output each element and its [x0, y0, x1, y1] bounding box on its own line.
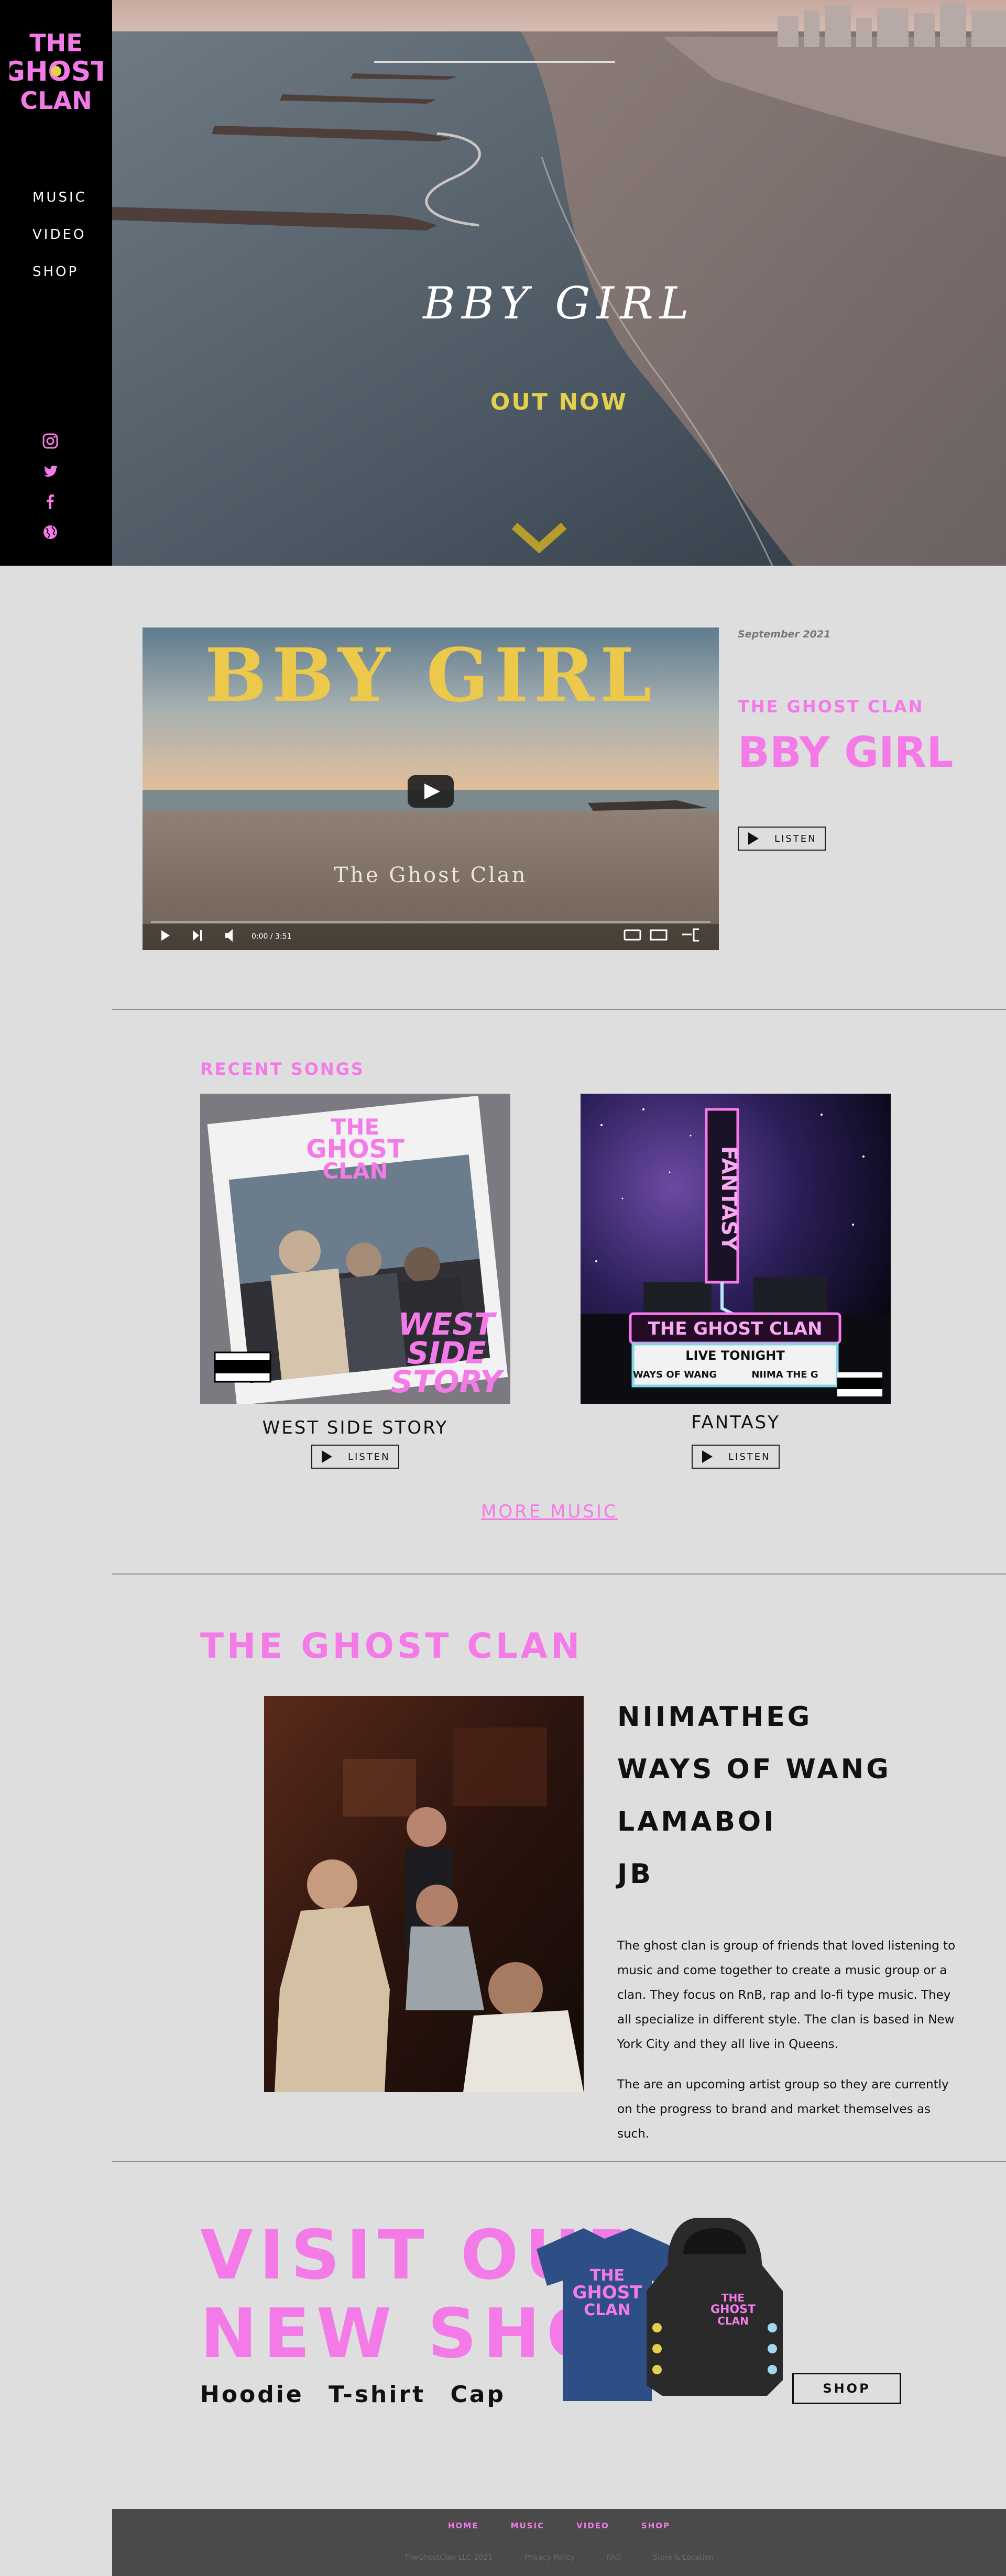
footer-nav-shop[interactable]: SHOP [641, 2521, 670, 2530]
scroll-down-chevron-icon[interactable] [510, 522, 568, 553]
about-paragraph: The are an upcoming artist group so they… [617, 2078, 949, 2141]
copyright-text: TheGhostClan LLC 2021 [404, 2553, 493, 2562]
group-title: THE GHOST CLAN [200, 1626, 583, 1666]
member-name: JB [617, 1858, 653, 1890]
hero-banner: BBY GIRL OUT NOW [112, 0, 1006, 566]
release-date: September 2021 [738, 629, 831, 640]
featured-listen-button[interactable]: LISTEN [738, 827, 826, 851]
shop-button[interactable]: SHOP [792, 2373, 901, 2404]
group-about: The ghost clan is group of friends that … [617, 1934, 963, 2162]
svg-text:GHOST: GHOST [573, 2282, 643, 2303]
play-icon [702, 1450, 713, 1463]
section-divider [112, 1573, 1006, 1575]
footer-nav-music[interactable]: MUSIC [511, 2521, 545, 2530]
svg-text:THE: THE [29, 29, 82, 57]
member-name: LAMABOI [617, 1806, 777, 1837]
footer: HOME MUSIC VIDEO SHOP TheGhostClan LLC 2… [112, 2509, 1006, 2576]
svg-text:BBY GIRL: BBY GIRL [205, 633, 657, 719]
svg-text:LIVE TONIGHT: LIVE TONIGHT [685, 1348, 785, 1363]
play-icon [322, 1450, 332, 1463]
play-icon [748, 832, 759, 845]
svg-text:CLAN: CLAN [717, 2315, 749, 2327]
listen-west-side-story-button[interactable]: LISTEN [311, 1445, 399, 1469]
song-title-fantasy: FANTASY [691, 1412, 780, 1433]
merch-image[interactable]: THE GHOST CLAN THE GHOST CLAN [526, 2207, 788, 2412]
main-nav: MUSIC VIDEO SHOP [32, 190, 87, 301]
footer-nav-home[interactable]: HOME [448, 2521, 478, 2530]
store-location-link[interactable]: Store & Location [653, 2553, 714, 2562]
svg-text:CLAN: CLAN [322, 1158, 388, 1184]
nav-video[interactable]: VIDEO [32, 227, 87, 243]
social-links [42, 433, 59, 554]
logo[interactable]: THE GHOST CLAN [3, 26, 110, 115]
section-divider [112, 1009, 1006, 1010]
featured-title: BBY GIRL [738, 728, 954, 777]
svg-text:STORY: STORY [391, 1364, 505, 1400]
video-player[interactable]: BBY GIRL The Ghost Clan 0:00 / 3:51 [143, 628, 719, 950]
more-music-link[interactable]: MORE MUSIC [481, 1501, 618, 1522]
svg-text:NIIMA THE G: NIIMA THE G [751, 1369, 818, 1380]
member-name: NIIMATHEG [617, 1701, 813, 1733]
facebook-icon[interactable] [42, 493, 59, 510]
shop-items: Hoodie T-shirt Cap [200, 2381, 506, 2408]
svg-text:THE GHOST CLAN: THE GHOST CLAN [648, 1318, 823, 1339]
listen-fantasy-button[interactable]: LISTEN [692, 1445, 780, 1469]
group-photo [264, 1696, 584, 2092]
hero-out-now[interactable]: OUT NOW [112, 389, 1006, 415]
svg-text:FANTASY: FANTASY [717, 1146, 741, 1251]
featured-artist: THE GHOST CLAN [738, 697, 924, 717]
nav-music[interactable]: MUSIC [32, 190, 87, 205]
section-divider [112, 2161, 1006, 2162]
footer-nav: HOME MUSIC VIDEO SHOP [112, 2520, 1006, 2530]
song-title-west-side-story: WEST SIDE STORY [262, 1417, 449, 1438]
hero-title: BBY GIRL [423, 278, 695, 329]
svg-text:CLAN: CLAN [20, 86, 92, 115]
recent-songs-label: RECENT SONGS [200, 1059, 365, 1079]
svg-text:THE: THE [721, 2292, 745, 2304]
cover-fantasy[interactable]: FANTASY THE GHOST CLAN LIVE TONIGHT WAYS… [581, 1094, 891, 1404]
twitter-icon[interactable] [42, 463, 59, 480]
privacy-policy-link[interactable]: Privacy Policy [524, 2553, 574, 2562]
about-paragraph: The ghost clan is group of friends that … [617, 1939, 956, 2051]
faq-link[interactable]: FAQ [607, 2553, 621, 2562]
member-list: NIIMATHEG WAYS OF WANG LAMABOI JB [617, 1696, 891, 1906]
instagram-icon[interactable] [42, 433, 59, 449]
member-name: WAYS OF WANG [617, 1754, 891, 1785]
sidebar: THE GHOST CLAN MUSIC VIDEO SHOP [0, 0, 112, 566]
footer-links: TheGhostClan LLC 2021 Privacy Policy FAQ… [112, 2552, 1006, 2562]
svg-text:WAYS OF WANG: WAYS OF WANG [633, 1369, 717, 1380]
globe-icon[interactable] [42, 524, 59, 541]
svg-text:0:00 / 3:51: 0:00 / 3:51 [252, 932, 292, 941]
footer-nav-video[interactable]: VIDEO [576, 2521, 609, 2530]
video-thumbnail: BBY GIRL The Ghost Clan 0:00 / 3:51 [143, 628, 719, 950]
cover-west-side-story[interactable]: THE GHOST CLAN WEST SIDE STORY [200, 1094, 510, 1404]
nav-shop[interactable]: SHOP [32, 264, 87, 280]
svg-text:The Ghost Clan: The Ghost Clan [334, 863, 528, 887]
svg-text:CLAN: CLAN [584, 2301, 630, 2319]
